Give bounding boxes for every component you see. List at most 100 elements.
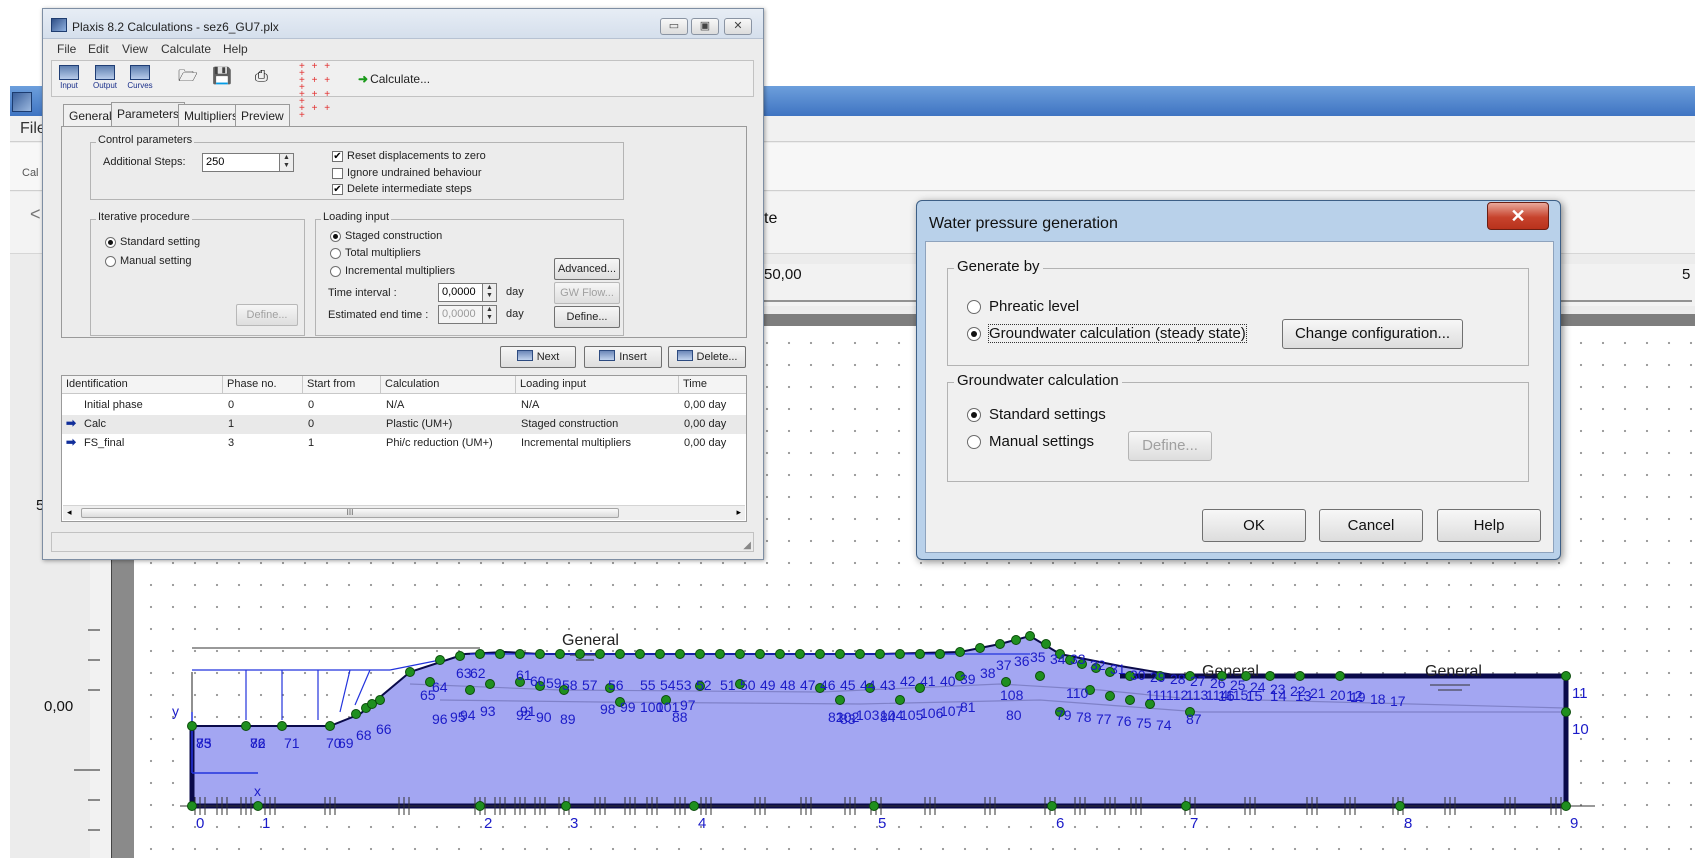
groundwater-calculation-radio[interactable]	[967, 327, 981, 341]
estimated-end-time-spinner[interactable]: ▲ ▼	[482, 305, 497, 324]
geometry-point[interactable]	[187, 801, 197, 811]
scrollbar-thumb[interactable]: III	[81, 508, 619, 518]
delete-intermediate-checkbox[interactable]: ✔	[332, 184, 343, 195]
geometry-point[interactable]	[277, 721, 287, 731]
geometry-point[interactable]	[1295, 671, 1305, 681]
advanced-button[interactable]: Advanced...	[554, 258, 620, 280]
geometry-point[interactable]	[895, 695, 905, 705]
column-phase-no[interactable]: Phase no.	[223, 376, 303, 394]
menu-calculate[interactable]: Calculate	[161, 42, 211, 56]
ignore-undrained-checkbox[interactable]	[332, 168, 343, 179]
input-program-button[interactable]: Input	[54, 65, 84, 90]
maximize-button[interactable]: ▣	[691, 18, 719, 35]
geometry-point[interactable]	[241, 721, 251, 731]
geometry-point[interactable]	[875, 649, 885, 659]
geometry-point[interactable]	[895, 649, 905, 659]
geometry-point[interactable]	[1561, 707, 1571, 717]
geometry-point[interactable]	[253, 801, 263, 811]
geometry-point[interactable]	[475, 649, 485, 659]
geometry-point[interactable]	[655, 649, 665, 659]
geometry-point[interactable]	[375, 695, 385, 705]
additional-steps-input[interactable]: 250	[202, 153, 286, 172]
geometry-point[interactable]	[1395, 801, 1405, 811]
geometry-point[interactable]	[475, 801, 485, 811]
geometry-point[interactable]	[775, 649, 785, 659]
geometry-point[interactable]	[495, 649, 505, 659]
geometry-point[interactable]	[1335, 671, 1345, 681]
table-row[interactable]: ➡ Calc 1 0 Plastic (UM+) Staged construc…	[62, 415, 746, 434]
tab-general[interactable]: General	[63, 104, 118, 126]
help-button[interactable]: Help	[1437, 509, 1541, 542]
geometry-point[interactable]	[1561, 671, 1571, 681]
cancel-button[interactable]: Cancel	[1319, 509, 1423, 542]
column-time[interactable]: Time	[679, 376, 746, 394]
standard-settings-radio[interactable]	[967, 408, 981, 422]
geometry-point[interactable]	[935, 649, 945, 659]
iterative-define-button[interactable]: Define...	[236, 304, 298, 326]
open-folder-icon[interactable]: 🗁	[178, 69, 198, 85]
geometry-point[interactable]	[1181, 801, 1191, 811]
geometry-point[interactable]	[1125, 695, 1135, 705]
close-icon[interactable]: ✕	[1487, 202, 1549, 230]
geometry-point[interactable]	[485, 679, 495, 689]
geometry-point[interactable]	[405, 667, 415, 677]
geometry-point[interactable]	[1105, 691, 1115, 701]
geometry-point[interactable]	[695, 649, 705, 659]
geometry-point[interactable]	[561, 801, 571, 811]
column-start-from[interactable]: Start from	[303, 376, 381, 394]
resize-grip-icon[interactable]: ◢	[743, 540, 751, 551]
geometry-point[interactable]	[975, 643, 985, 653]
geometry-point[interactable]	[855, 649, 865, 659]
gw-flow-button[interactable]: GW Flow...	[554, 282, 620, 304]
print-icon[interactable]: ⎙	[255, 69, 268, 85]
geometry-point[interactable]	[995, 639, 1005, 649]
additional-steps-spinner[interactable]: ▲ ▼	[279, 153, 294, 172]
geometry-point[interactable]	[187, 721, 197, 731]
geometry-point[interactable]	[1041, 639, 1051, 649]
geometry-point[interactable]	[351, 709, 361, 719]
tab-parameters[interactable]: Parameters	[111, 102, 186, 127]
geometry-point[interactable]	[455, 651, 465, 661]
geometry-point[interactable]	[755, 649, 765, 659]
ok-button[interactable]: OK	[1202, 509, 1306, 542]
loading-define-button[interactable]: Define...	[554, 306, 620, 328]
standard-setting-radio[interactable]	[105, 237, 116, 248]
geometry-point[interactable]	[1561, 801, 1571, 811]
geometry-point[interactable]	[435, 655, 445, 665]
table-row[interactable]: Initial phase 0 0 N/A N/A 0,00 day	[62, 396, 746, 415]
geometry-point[interactable]	[535, 649, 545, 659]
scroll-right-icon[interactable]: ▸	[736, 507, 741, 518]
menu-file[interactable]: File	[57, 42, 76, 56]
column-loading-input[interactable]: Loading input	[516, 376, 679, 394]
geometry-point[interactable]	[835, 695, 845, 705]
phreatic-level-radio[interactable]	[967, 300, 981, 314]
geometry-point[interactable]	[915, 649, 925, 659]
geometry-point[interactable]	[615, 649, 625, 659]
column-identification[interactable]: Identification	[62, 376, 223, 394]
geometry-point[interactable]	[465, 685, 475, 695]
manual-settings-radio[interactable]	[967, 435, 981, 449]
geometry-point[interactable]	[635, 649, 645, 659]
minimize-button[interactable]: ▭	[660, 18, 688, 35]
change-configuration-button[interactable]: Change configuration...	[1282, 319, 1463, 349]
next-phase-button[interactable]: Next	[500, 346, 576, 368]
geometry-point[interactable]	[575, 649, 585, 659]
groundwater-define-button[interactable]: Define...	[1128, 431, 1212, 461]
geometry-point[interactable]	[735, 649, 745, 659]
manual-setting-radio[interactable]	[105, 256, 116, 267]
geometry-point[interactable]	[1035, 671, 1045, 681]
geometry-point[interactable]	[515, 649, 525, 659]
select-points-for-curves-icon[interactable]: + + + + + + + + + + + + + + + +	[299, 62, 333, 121]
menu-edit[interactable]: Edit	[88, 42, 109, 56]
calculate-button[interactable]: ➜ Calculate...	[358, 72, 430, 86]
reset-displacements-checkbox[interactable]: ✔	[332, 151, 343, 162]
table-row[interactable]: ➡ FS_final 3 1 Phi/c reduction (UM+) Inc…	[62, 434, 746, 453]
incremental-multipliers-radio[interactable]	[330, 266, 341, 277]
geometry-point[interactable]	[595, 649, 605, 659]
time-interval-spinner[interactable]: ▲ ▼	[482, 283, 497, 302]
geometry-point[interactable]	[555, 649, 565, 659]
geometry-point[interactable]	[675, 649, 685, 659]
geometry-point[interactable]	[1265, 671, 1275, 681]
geometry-point[interactable]	[815, 649, 825, 659]
geometry-point[interactable]	[689, 801, 699, 811]
